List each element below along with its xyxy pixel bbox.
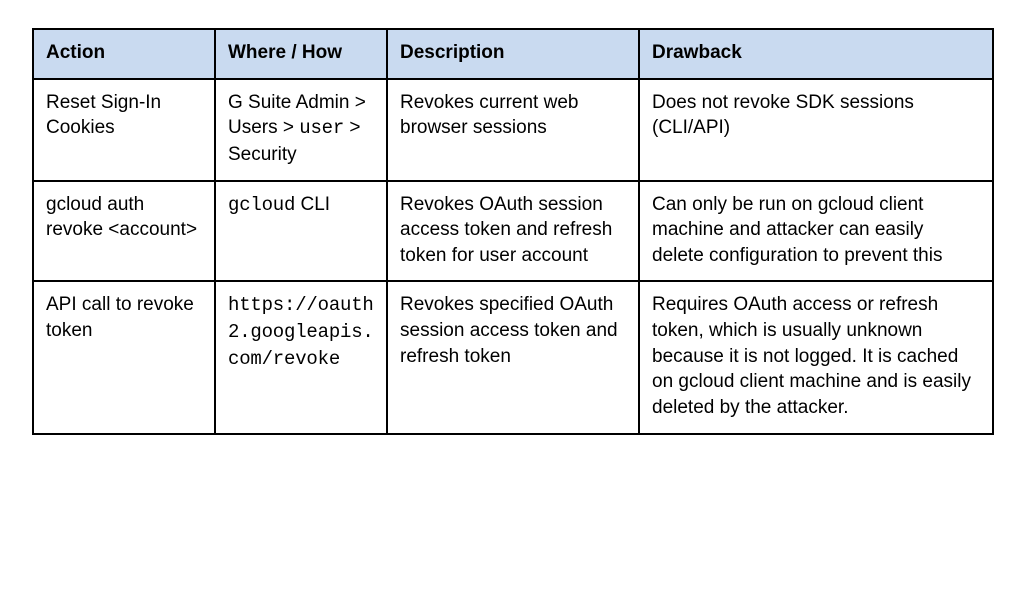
where-mono: user [299, 117, 344, 139]
cell-description: Revokes current web browser sessions [387, 79, 639, 181]
cell-where: https://oauth2.googleapis.com/revoke [215, 281, 387, 433]
header-description: Description [387, 29, 639, 79]
table-header-row: Action Where / How Description Drawback [33, 29, 993, 79]
where-suffix: CLI [295, 194, 330, 215]
cell-action: Reset Sign-In Cookies [33, 79, 215, 181]
cell-where: G Suite Admin > Users > user > Security [215, 79, 387, 181]
header-action: Action [33, 29, 215, 79]
cell-action: API call to revoke token [33, 281, 215, 433]
table-row: Reset Sign-In Cookies G Suite Admin > Us… [33, 79, 993, 181]
cell-description: Revokes OAuth session access token and r… [387, 181, 639, 282]
cell-description: Revokes specified OAuth session access t… [387, 281, 639, 433]
revocation-table: Action Where / How Description Drawback … [32, 28, 994, 435]
header-where: Where / How [215, 29, 387, 79]
table-row: gcloud auth revoke <account> gcloud CLI … [33, 181, 993, 282]
cell-drawback: Can only be run on gcloud client machine… [639, 181, 993, 282]
cell-drawback: Requires OAuth access or refresh token, … [639, 281, 993, 433]
cell-where: gcloud CLI [215, 181, 387, 282]
header-drawback: Drawback [639, 29, 993, 79]
cell-action: gcloud auth revoke <account> [33, 181, 215, 282]
cell-drawback: Does not revoke SDK sessions (CLI/API) [639, 79, 993, 181]
where-mono: gcloud [228, 194, 295, 216]
where-mono: https://oauth2.googleapis.com/revoke [228, 294, 374, 369]
table-row: API call to revoke token https://oauth2.… [33, 281, 993, 433]
